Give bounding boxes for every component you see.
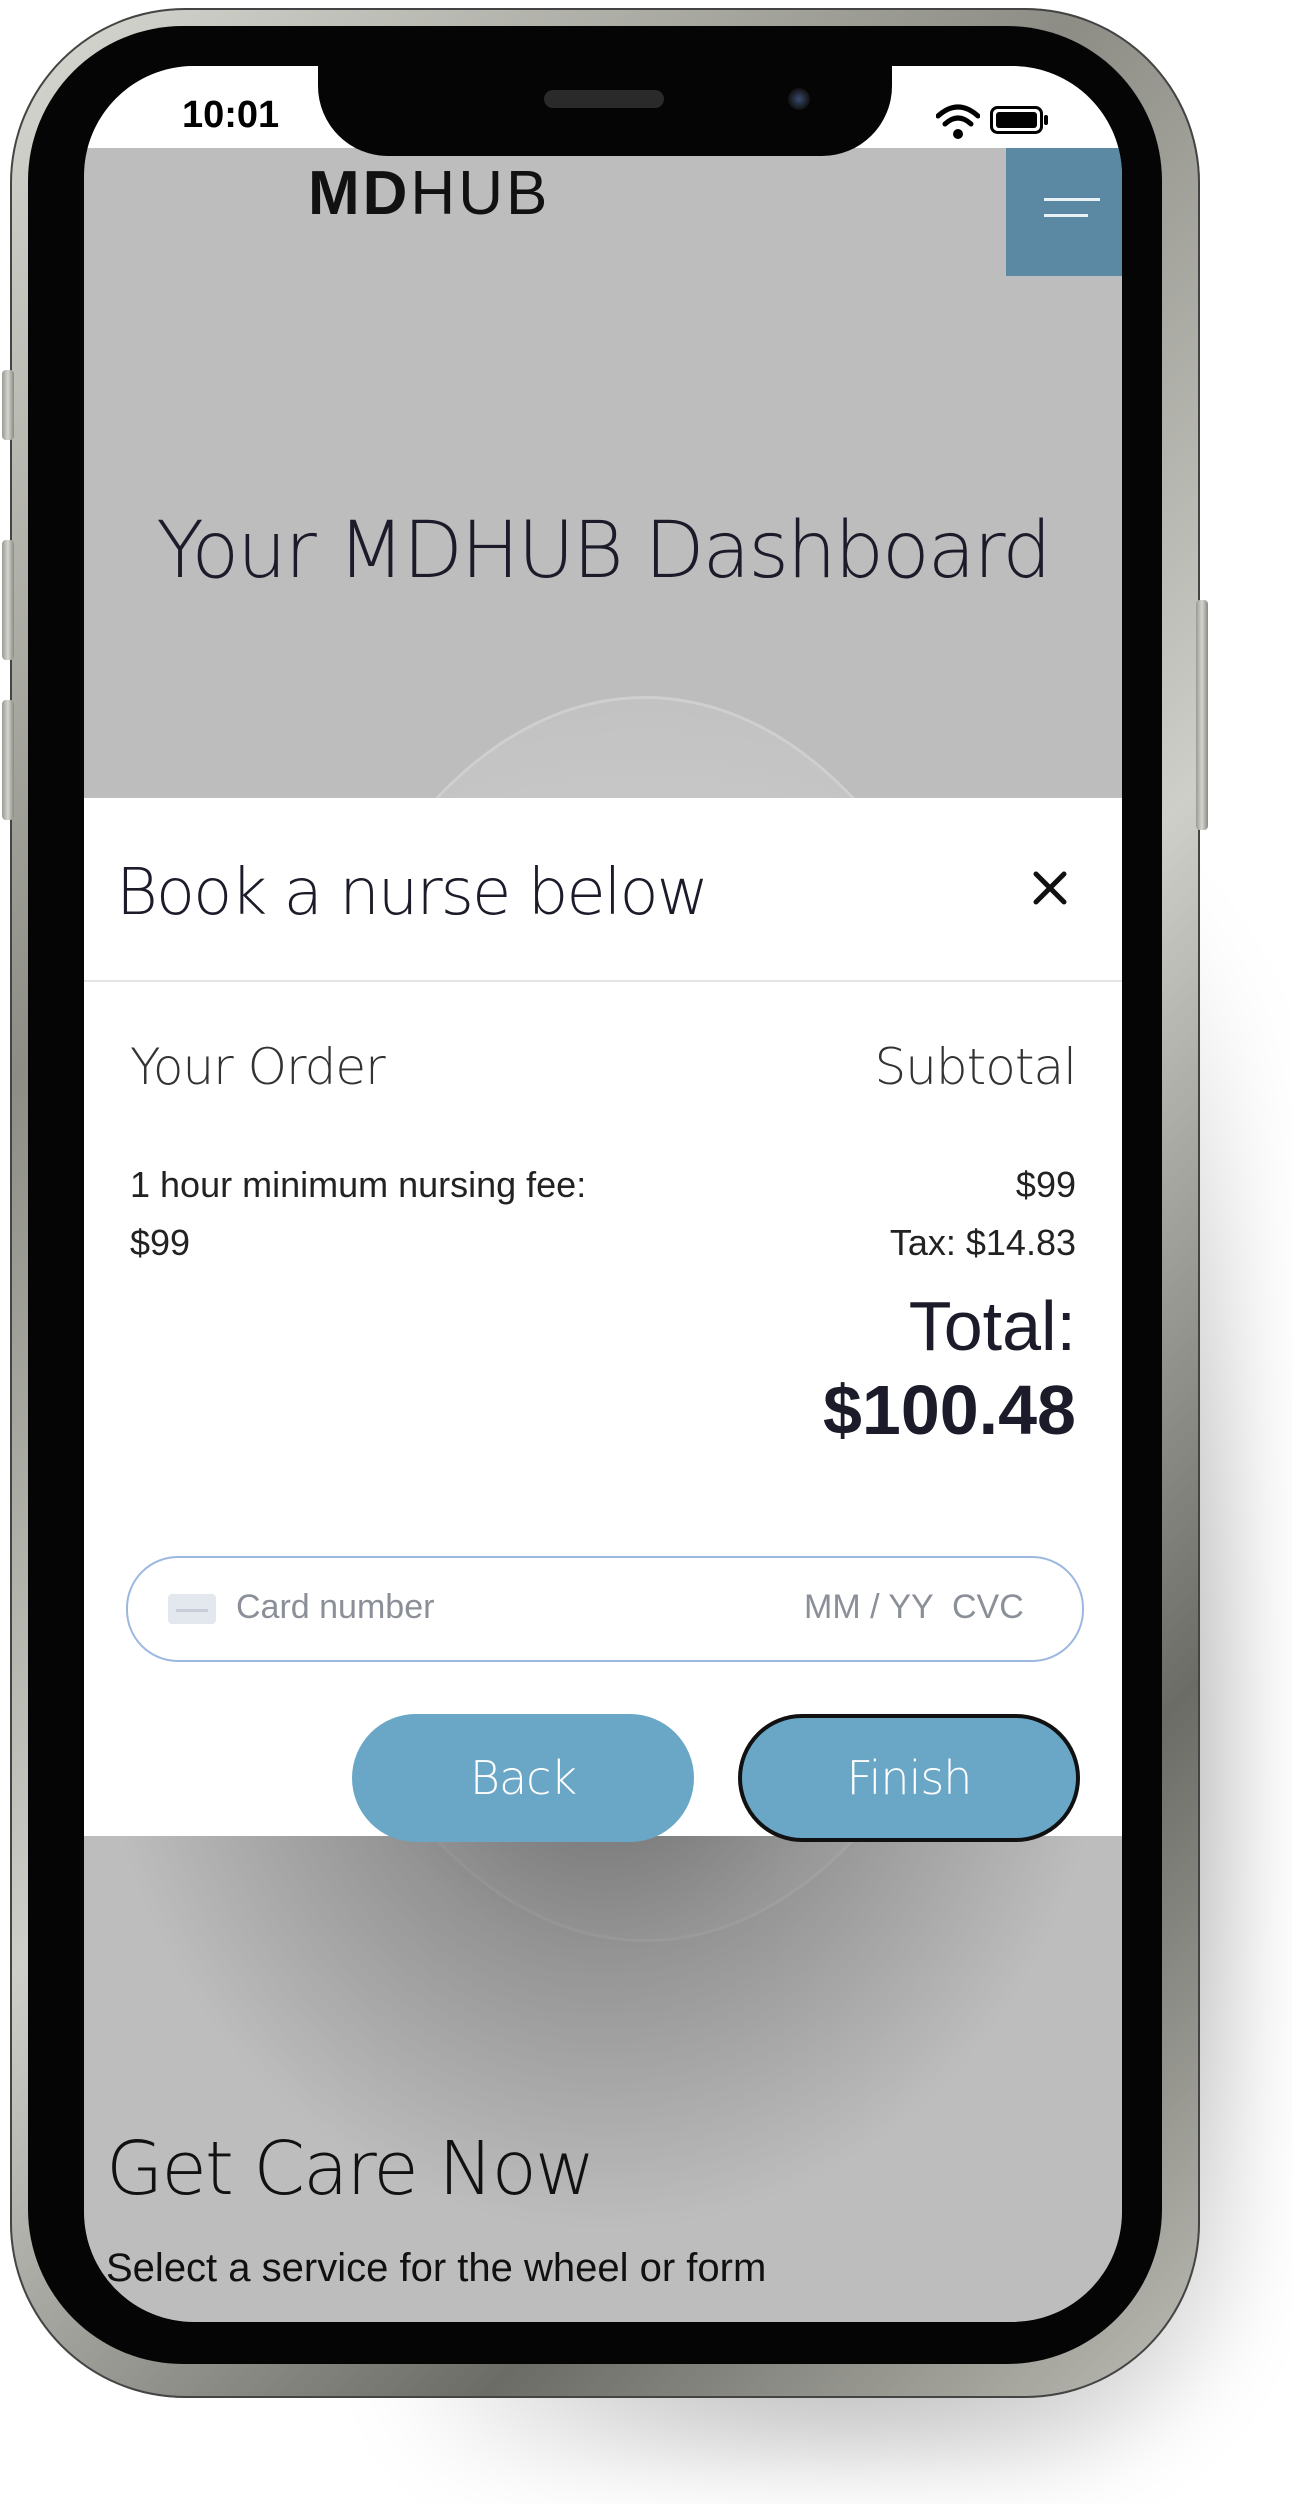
volume-up-button: [2, 540, 14, 660]
order-item-name: 1 hour minimum nursing fee:: [130, 1164, 587, 1205]
card-cvc-input[interactable]: CVC: [952, 1588, 1024, 1627]
card-number-input[interactable]: Card number: [236, 1588, 434, 1627]
modal-header: Book a nurse below: [84, 798, 1122, 982]
total-label: Total:: [908, 1287, 1076, 1365]
volume-down-button: [2, 700, 14, 820]
credit-card-icon: [168, 1594, 216, 1624]
hamburger-menu-icon: [1044, 198, 1100, 201]
close-icon[interactable]: [1020, 858, 1080, 918]
phone-screen: 10:01 MDHUB Your MDHUB Dashboard Get Car…: [84, 66, 1122, 2322]
card-input-field[interactable]: Card number MM / YY CVC: [126, 1556, 1084, 1662]
section-subtitle: Select a service for the wheel or form: [106, 2246, 767, 2290]
earpiece-speaker: [544, 90, 664, 108]
phone-notch: [318, 66, 892, 156]
modal-title: Book a nurse below: [116, 856, 709, 930]
battery-icon: [990, 106, 1048, 134]
menu-button[interactable]: [1006, 148, 1122, 276]
logo-light-text: HUB: [410, 159, 551, 228]
tax-amount: Tax: $14.83: [889, 1222, 1076, 1263]
subtotal-amount: $99: [1015, 1164, 1076, 1205]
wifi-icon: [936, 104, 980, 139]
back-button[interactable]: Back: [352, 1714, 694, 1842]
hamburger-menu-line: [1044, 214, 1088, 217]
silent-switch: [2, 370, 14, 440]
section-title: Get Care Now: [106, 2126, 595, 2212]
power-button: [1196, 600, 1208, 830]
order-label: Your Order: [130, 1038, 386, 1096]
order-item-price: $99: [130, 1222, 191, 1263]
dashboard-title: Your MDHUB Dashboard: [156, 506, 1051, 596]
subtotal-label: Subtotal: [874, 1038, 1077, 1096]
card-expiry-input[interactable]: MM / YY: [804, 1588, 934, 1627]
finish-button[interactable]: Finish: [738, 1714, 1080, 1842]
front-camera: [788, 88, 810, 110]
status-time: 10:01: [182, 94, 280, 136]
total-amount: $100.48: [822, 1371, 1076, 1449]
booking-modal: Book a nurse below Your Order Subtotal 1…: [84, 798, 1122, 1842]
logo-bold-text: MD: [308, 159, 411, 228]
mdhub-logo[interactable]: MDHUB: [308, 158, 550, 229]
